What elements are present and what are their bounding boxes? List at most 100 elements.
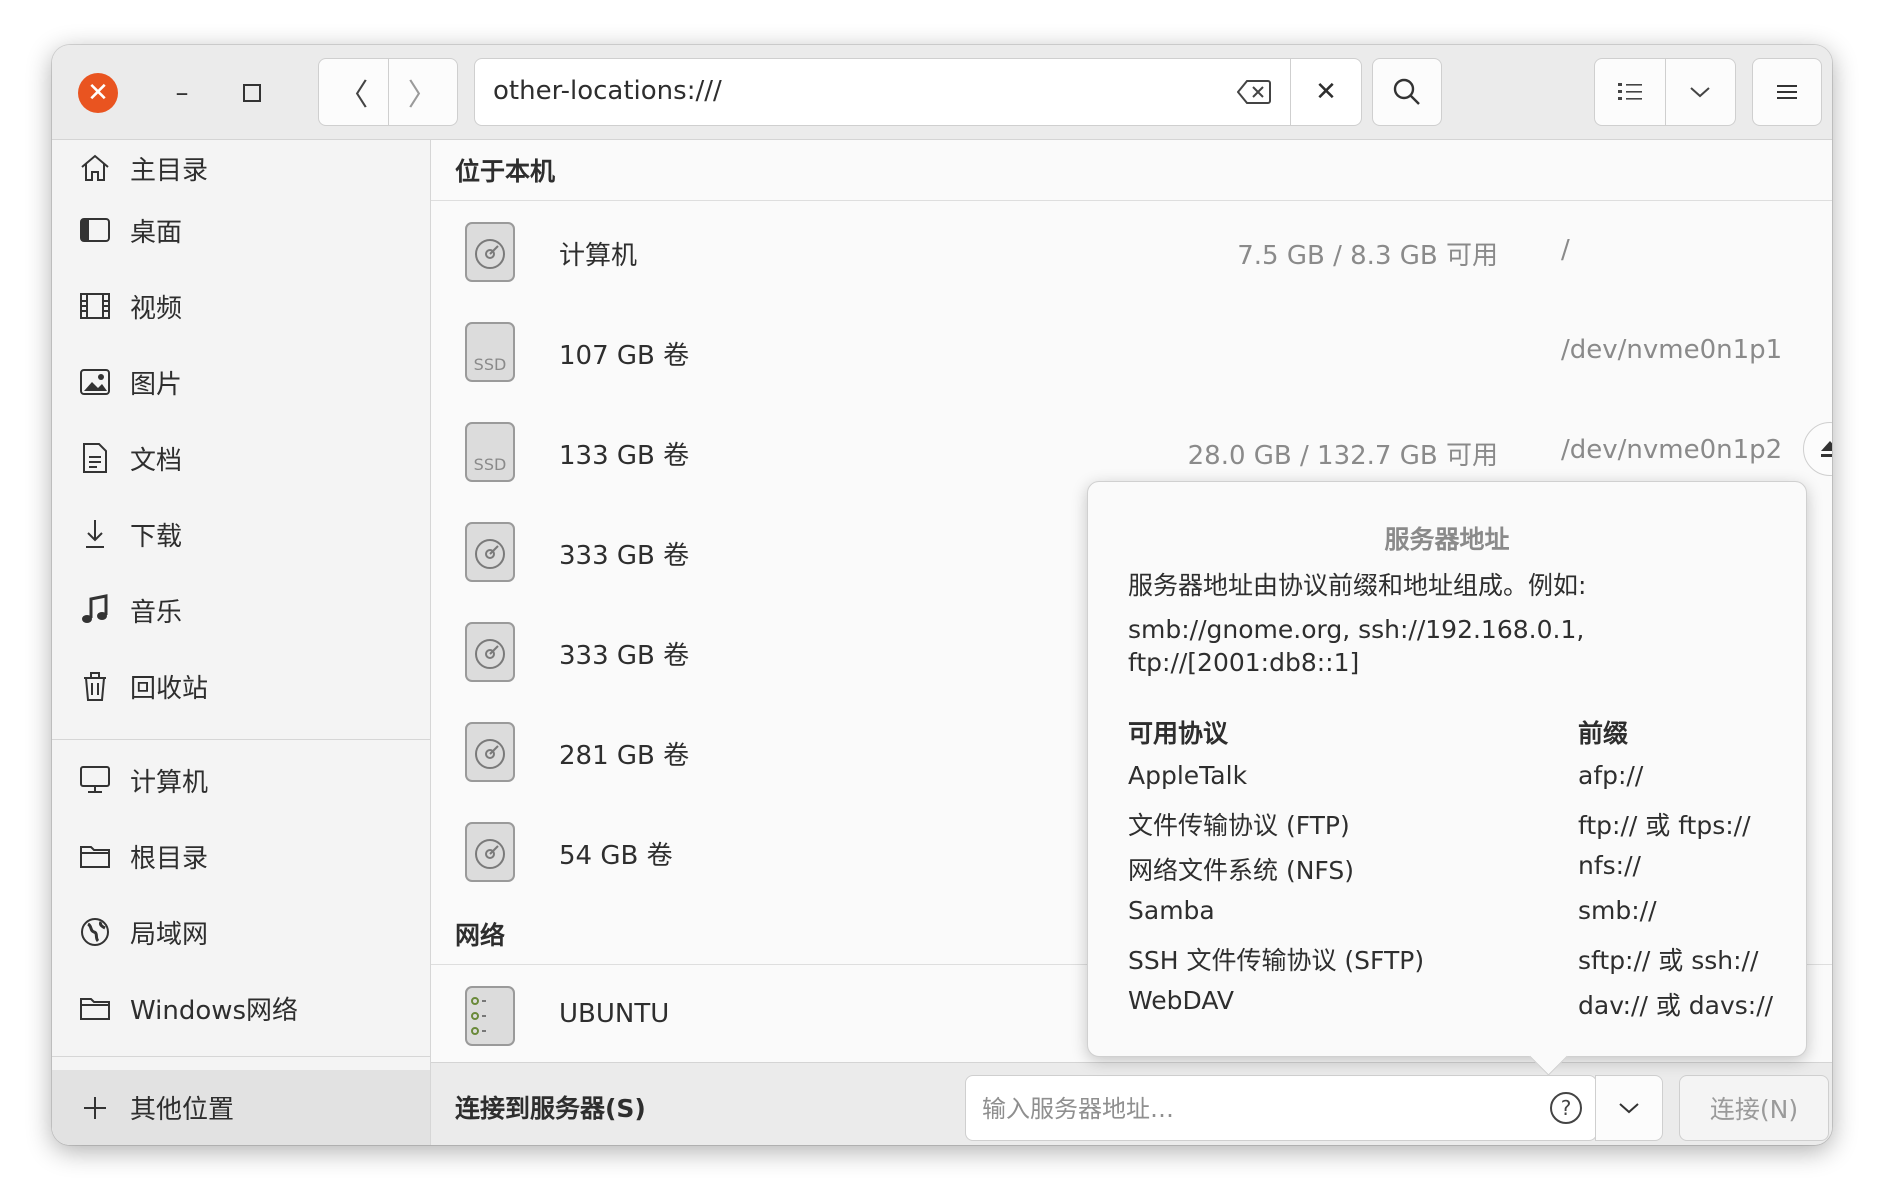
- chevron-down-icon: [1619, 1103, 1639, 1114]
- disk-icon: [465, 222, 515, 282]
- volume-mount-path: /: [1561, 235, 1570, 265]
- sidebar-separator: [52, 739, 430, 740]
- sidebar-item-label: 根目录: [130, 843, 209, 874]
- sidebar-item-label: 下载: [130, 521, 183, 552]
- chevron-down-icon: [1690, 87, 1710, 98]
- connect-to-server-label: 连接到服务器(S): [455, 1094, 646, 1123]
- sidebar-separator: [52, 1056, 430, 1057]
- help-icon[interactable]: ?: [1550, 1092, 1582, 1124]
- protocol-prefix: nfs://: [1578, 851, 1641, 880]
- protocol-name: SSH 文件传输协议 (SFTP): [1128, 946, 1425, 975]
- trash-icon: [78, 669, 112, 703]
- sidebar-item-label: Windows网络: [130, 995, 299, 1026]
- popover-title: 服务器地址: [1384, 525, 1510, 554]
- folder-icon: [78, 839, 112, 873]
- list-view-button[interactable]: [1595, 59, 1665, 125]
- download-icon: [78, 517, 112, 551]
- sidebar-item-trash[interactable]: 回收站: [52, 656, 430, 716]
- sidebar-item-videos[interactable]: 视频: [52, 276, 430, 336]
- back-button[interactable]: 〈: [319, 59, 388, 125]
- server-icon: [465, 986, 515, 1046]
- main-menu-button[interactable]: [1752, 58, 1822, 126]
- volume-usage: 7.5 GB / 8.3 GB 可用: [1237, 241, 1498, 271]
- ssd-icon: SSD: [465, 322, 515, 382]
- navigation-buttons: 〈 〉: [318, 58, 458, 126]
- protocol-name: WebDAV: [1128, 986, 1234, 1015]
- protocol-prefix: ftp:// 或 ftps://: [1578, 811, 1751, 840]
- sidebar-item-other-locations[interactable]: 其他位置: [52, 1070, 430, 1145]
- volume-name: 281 GB 卷: [559, 741, 690, 771]
- maximize-window-button[interactable]: [232, 73, 272, 113]
- sidebar: 主目录 桌面 视频 图片 文档 下载 音乐 回收站 计算机 根目录 局域网 Wi…: [52, 140, 431, 1145]
- connect-to-server-bar: 连接到服务器(S) ? 连接(N): [431, 1062, 1832, 1145]
- protocol-prefix: sftp:// 或 ssh://: [1578, 946, 1759, 975]
- section-title-network: 网络: [455, 921, 506, 950]
- sidebar-item-label: 桌面: [130, 217, 183, 248]
- ssd-icon: SSD: [465, 422, 515, 482]
- sidebar-item-label: 视频: [130, 293, 183, 324]
- close-icon: ✕: [1315, 77, 1337, 107]
- svg-text:SSD: SSD: [474, 455, 507, 474]
- protocol-prefix: smb://: [1578, 896, 1657, 925]
- music-icon: [78, 593, 112, 627]
- maximize-icon: [243, 84, 261, 102]
- popover-description: 服务器地址由协议前缀和地址组成。例如:: [1128, 571, 1587, 600]
- section-title-local: 位于本机: [455, 157, 556, 186]
- sidebar-item-label: 其他位置: [130, 1095, 235, 1125]
- sidebar-item-root[interactable]: 根目录: [52, 826, 430, 886]
- volume-row[interactable]: 计算机 7.5 GB / 8.3 GB 可用 /: [431, 202, 1832, 302]
- search-button[interactable]: [1372, 58, 1442, 126]
- sidebar-item-downloads[interactable]: 下载: [52, 504, 430, 564]
- volume-name: 107 GB 卷: [559, 341, 690, 371]
- documents-icon: [78, 441, 112, 475]
- clear-location-button[interactable]: ✕: [1290, 59, 1361, 125]
- sidebar-item-label: 计算机: [130, 767, 209, 798]
- sidebar-item-network[interactable]: 局域网: [52, 902, 430, 962]
- close-window-button[interactable]: ✕: [78, 73, 118, 113]
- backspace-icon[interactable]: [1237, 79, 1271, 105]
- recent-servers-dropdown-button[interactable]: [1595, 1075, 1663, 1141]
- sidebar-item-label: 回收站: [130, 673, 209, 704]
- sidebar-item-home[interactable]: 主目录: [52, 138, 430, 198]
- protocol-name: 网络文件系统 (NFS): [1128, 856, 1354, 885]
- disk-icon: [465, 622, 515, 682]
- folder-icon: [78, 991, 112, 1025]
- forward-button[interactable]: 〉: [387, 59, 458, 125]
- server-address-field[interactable]: ?: [965, 1075, 1597, 1141]
- chevron-left-icon: 〈: [338, 78, 369, 113]
- protocol-column-header: 可用协议: [1128, 719, 1229, 748]
- minimize-window-button[interactable]: –: [162, 73, 202, 113]
- section-divider: [431, 200, 1832, 201]
- sidebar-item-computer[interactable]: 计算机: [52, 750, 430, 810]
- protocol-prefix: afp://: [1578, 761, 1644, 790]
- sidebar-item-desktop[interactable]: 桌面: [52, 200, 430, 260]
- sidebar-item-label: 主目录: [130, 155, 209, 186]
- sidebar-item-pictures[interactable]: 图片: [52, 352, 430, 412]
- pictures-icon: [78, 365, 112, 399]
- volume-name: 133 GB 卷: [559, 441, 690, 471]
- sidebar-item-windows-network[interactable]: Windows网络: [52, 978, 430, 1038]
- header-bar: ✕ – 〈 〉 other-locations:/// ✕: [52, 45, 1832, 140]
- eject-button[interactable]: [1803, 422, 1832, 476]
- sidebar-item-music[interactable]: 音乐: [52, 580, 430, 640]
- home-icon: [78, 151, 112, 185]
- computer-icon: [78, 763, 112, 797]
- volume-row[interactable]: SSD 107 GB 卷 /dev/nvme0n1p1: [431, 302, 1832, 402]
- location-bar[interactable]: other-locations:/// ✕: [474, 58, 1362, 126]
- protocol-prefix: dav:// 或 davs://: [1578, 991, 1774, 1020]
- volume-device-path: /dev/nvme0n1p1: [1561, 335, 1783, 365]
- sidebar-item-documents[interactable]: 文档: [52, 428, 430, 488]
- volume-name: 333 GB 卷: [559, 541, 690, 571]
- volume-device-path: /dev/nvme0n1p2: [1561, 435, 1783, 465]
- globe-icon: [78, 915, 112, 949]
- svg-text:SSD: SSD: [474, 355, 507, 374]
- sidebar-item-label: 音乐: [130, 597, 183, 628]
- disk-icon: [465, 522, 515, 582]
- connect-button[interactable]: 连接(N): [1679, 1075, 1829, 1141]
- location-path[interactable]: other-locations:///: [493, 76, 722, 106]
- view-dropdown-button[interactable]: [1664, 59, 1736, 125]
- disk-icon: [465, 822, 515, 882]
- server-address-input[interactable]: [980, 1090, 1524, 1128]
- disk-icon: [465, 722, 515, 782]
- volume-name: 计算机: [559, 241, 638, 271]
